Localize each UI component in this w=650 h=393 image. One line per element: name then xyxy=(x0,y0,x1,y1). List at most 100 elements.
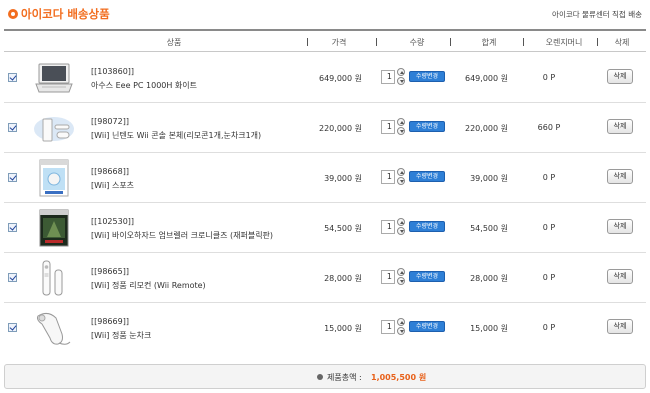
col-divider xyxy=(450,38,451,46)
delete-button[interactable]: 삭제 xyxy=(607,269,633,284)
update-qty-button[interactable]: 수량변경 xyxy=(409,171,445,182)
product-name[interactable]: [Wii] 정품 눈차크 xyxy=(91,330,151,341)
quantity-input[interactable]: 1 xyxy=(381,170,395,184)
qty-down-icon[interactable] xyxy=(397,177,405,185)
row-points: 0 P xyxy=(542,73,556,82)
product-name[interactable]: 아수스 Eee PC 1000H 화이트 xyxy=(91,80,197,91)
update-qty-button[interactable]: 수량변경 xyxy=(409,321,445,332)
row-total: 220,000 원 xyxy=(465,124,508,133)
table-row: [[98072]] [Wii] 닌텐도 Wii 콘솔 본체(리모콘1개,눈차크1… xyxy=(4,103,646,153)
col-product: 상품 xyxy=(166,38,182,47)
product-price: 54,500 원 xyxy=(324,224,362,233)
product-price: 28,000 원 xyxy=(324,274,362,283)
col-divider xyxy=(376,38,377,46)
quantity-stepper[interactable] xyxy=(397,318,406,336)
product-code: [[98668]] xyxy=(91,167,129,176)
summary-label: 제품총액 : xyxy=(327,373,362,382)
row-points: 0 P xyxy=(542,323,556,332)
row-checkbox[interactable] xyxy=(8,173,17,182)
product-code: [[98072]] xyxy=(91,117,129,126)
update-qty-button[interactable]: 수량변경 xyxy=(409,221,445,232)
qty-down-icon[interactable] xyxy=(397,327,405,335)
qty-up-icon[interactable] xyxy=(397,318,405,326)
product-name[interactable]: [Wii] 스포츠 xyxy=(91,180,134,191)
qty-down-icon[interactable] xyxy=(397,77,405,85)
qty-down-icon[interactable] xyxy=(397,127,405,135)
qty-up-icon[interactable] xyxy=(397,168,405,176)
summary-amount: 1,005,500 원 xyxy=(371,373,427,382)
game-box-dark-icon[interactable] xyxy=(32,208,76,248)
quantity-stepper[interactable] xyxy=(397,168,406,186)
col-qty: 수량 xyxy=(409,38,425,47)
qty-up-icon[interactable] xyxy=(397,268,405,276)
qty-down-icon[interactable] xyxy=(397,277,405,285)
row-checkbox[interactable] xyxy=(8,223,17,232)
col-price: 가격 xyxy=(331,38,347,47)
bullet-icon xyxy=(317,374,323,380)
game-box-icon[interactable] xyxy=(32,158,76,198)
row-total: 39,000 원 xyxy=(470,174,508,183)
row-total: 649,000 원 xyxy=(465,74,508,83)
product-code: [[98665]] xyxy=(91,267,129,276)
row-total: 54,500 원 xyxy=(470,224,508,233)
row-points: 0 P xyxy=(542,173,556,182)
row-checkbox[interactable] xyxy=(8,273,17,282)
product-name[interactable]: [Wii] 닌텐도 Wii 콘솔 본체(리모콘1개,눈차크1개) xyxy=(91,130,261,141)
wii-console-icon[interactable] xyxy=(32,108,76,148)
quantity-input[interactable]: 1 xyxy=(381,320,395,334)
quantity-stepper[interactable] xyxy=(397,118,406,136)
row-checkbox[interactable] xyxy=(8,73,17,82)
quantity-input[interactable]: 1 xyxy=(381,270,395,284)
delete-button[interactable]: 삭제 xyxy=(607,219,633,234)
row-total: 28,000 원 xyxy=(470,274,508,283)
quantity-stepper[interactable] xyxy=(397,268,406,286)
quantity-input[interactable]: 1 xyxy=(381,220,395,234)
row-points: 0 P xyxy=(542,273,556,282)
delete-button[interactable]: 삭제 xyxy=(607,69,633,84)
delete-button[interactable]: 삭제 xyxy=(607,119,633,134)
product-name[interactable]: [Wii] 바이오하자드 엄브렐러 크로니클즈 (재퍼블릭판) xyxy=(91,230,273,241)
product-code: [[98669]] xyxy=(91,317,129,326)
col-divider xyxy=(307,38,308,46)
update-qty-button[interactable]: 수량변경 xyxy=(409,271,445,282)
table-row: [[98669]] [Wii] 정품 눈차크 15,000 원 1 수량변경 1… xyxy=(4,303,646,353)
quantity-input[interactable]: 1 xyxy=(381,70,395,84)
table-row: [[102530]] [Wii] 바이오하자드 엄브렐러 크로니클즈 (재퍼블릭… xyxy=(4,203,646,253)
wii-remote-icon[interactable] xyxy=(32,258,76,298)
product-price: 220,000 원 xyxy=(319,124,362,133)
page-header: 아이코다 배송상품 아이코다 물류센터 직접 배송 xyxy=(0,0,650,28)
col-points: 오렌지머니 xyxy=(545,38,583,47)
product-code: [[103860]] xyxy=(91,67,135,76)
product-price: 39,000 원 xyxy=(324,174,362,183)
bullet-icon xyxy=(8,9,18,19)
quantity-stepper[interactable] xyxy=(397,68,406,86)
row-total: 15,000 원 xyxy=(470,324,508,333)
delete-button[interactable]: 삭제 xyxy=(607,169,633,184)
qty-up-icon[interactable] xyxy=(397,118,405,126)
update-qty-button[interactable]: 수량변경 xyxy=(409,121,445,132)
delete-button[interactable]: 삭제 xyxy=(607,319,633,334)
row-checkbox[interactable] xyxy=(8,323,17,332)
table-header: 상품 가격 수량 합계 오렌지머니 삭제 xyxy=(4,29,646,52)
col-total: 합계 xyxy=(481,38,497,47)
row-checkbox[interactable] xyxy=(8,123,17,132)
product-name[interactable]: [Wii] 정품 리모컨 (Wii Remote) xyxy=(91,280,206,291)
page-subtitle: 아이코다 물류센터 직접 배송 xyxy=(552,10,642,19)
quantity-stepper[interactable] xyxy=(397,218,406,236)
col-divider xyxy=(523,38,524,46)
quantity-input[interactable]: 1 xyxy=(381,120,395,134)
table-row: [[98668]] [Wii] 스포츠 39,000 원 1 수량변경 39,0… xyxy=(4,153,646,203)
table-row: [[98665]] [Wii] 정품 리모컨 (Wii Remote) 28,0… xyxy=(4,253,646,303)
nunchuk-icon[interactable] xyxy=(32,308,76,348)
netbook-icon[interactable] xyxy=(32,58,76,98)
col-delete: 삭제 xyxy=(614,38,630,47)
product-price: 15,000 원 xyxy=(324,324,362,333)
table-row: [[103860]] 아수스 Eee PC 1000H 화이트 649,000 … xyxy=(4,53,646,103)
update-qty-button[interactable]: 수량변경 xyxy=(409,71,445,82)
row-points: 660 P xyxy=(537,123,561,132)
qty-down-icon[interactable] xyxy=(397,227,405,235)
row-points: 0 P xyxy=(542,223,556,232)
qty-up-icon[interactable] xyxy=(397,68,405,76)
qty-up-icon[interactable] xyxy=(397,218,405,226)
product-code: [[102530]] xyxy=(91,217,135,226)
